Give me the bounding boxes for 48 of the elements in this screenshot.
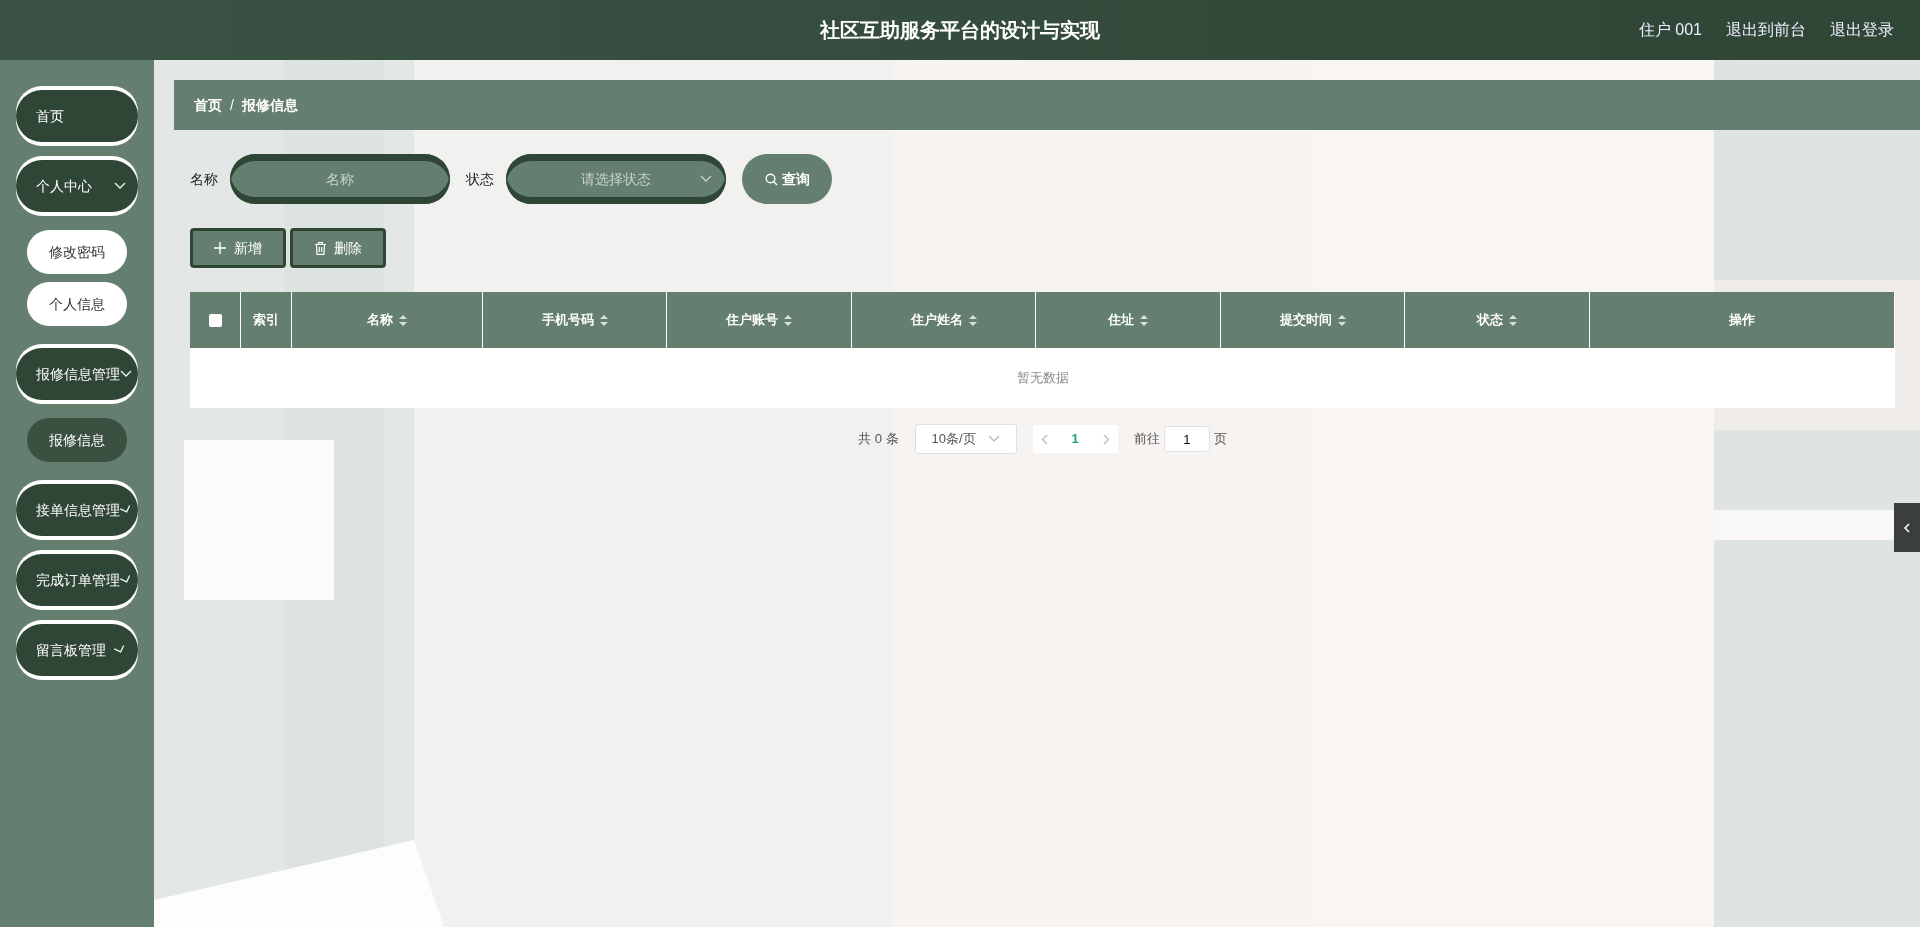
search-field[interactable]: 名称 xyxy=(230,154,450,204)
chevron-left-icon xyxy=(1903,522,1911,533)
column-header: 索引 xyxy=(241,292,292,348)
breadcrumb-separator: / xyxy=(230,95,234,115)
sidebar-submenu-item[interactable]: 修改密码 xyxy=(27,230,127,274)
column-header: 操作 xyxy=(1590,292,1895,348)
column-header[interactable]: 名称 xyxy=(292,292,483,348)
breadcrumb-item: 报修信息 xyxy=(241,95,298,115)
sort-icon xyxy=(784,314,792,326)
chevron-down-icon xyxy=(700,175,712,183)
next-page-icon[interactable] xyxy=(1102,433,1110,445)
sidebar-submenu-item[interactable]: 报修信息 xyxy=(27,418,127,462)
delete-button[interactable]: 删除 xyxy=(290,228,386,268)
page-size-select[interactable]: 10条/页 xyxy=(914,424,1017,454)
plus-icon xyxy=(214,242,226,254)
sort-icon xyxy=(599,314,608,326)
sort-icon xyxy=(1140,314,1148,326)
sort-icon xyxy=(1337,314,1346,326)
sort-icon xyxy=(399,314,407,326)
sidebar-submenu-item[interactable]: 个人信息 xyxy=(27,282,127,326)
column-header[interactable]: 住址 xyxy=(1036,292,1221,348)
page-suffix: 页 xyxy=(1213,430,1227,449)
column-header[interactable]: 状态 xyxy=(1405,292,1590,348)
add-button[interactable]: 新增 xyxy=(190,228,286,268)
site-title: 社区互助服务平台的设计与实现 xyxy=(820,18,1100,43)
header-link[interactable]: 退出登录 xyxy=(1830,18,1894,42)
search-button[interactable]: 查询 xyxy=(742,154,832,204)
column-header[interactable]: 提交时间 xyxy=(1221,292,1405,348)
sort-icon xyxy=(1509,314,1517,326)
total-count: 共 0 条 xyxy=(858,430,899,449)
sort-icon xyxy=(968,314,977,326)
column-header[interactable]: 手机号码 xyxy=(483,292,667,348)
column-header[interactable]: 住户账号 xyxy=(667,292,852,348)
chevron-down-icon xyxy=(987,435,1000,443)
header-link[interactable]: 住户 001 xyxy=(1638,18,1702,42)
collapse-handle[interactable] xyxy=(1894,503,1920,552)
trash-icon xyxy=(314,241,326,255)
empty-message: 暂无数据 xyxy=(1016,369,1069,388)
field-label: 名称 xyxy=(190,169,218,189)
search-icon xyxy=(764,172,778,186)
column-header[interactable]: 住户姓名 xyxy=(852,292,1036,348)
page-input[interactable]: 1 xyxy=(1163,426,1210,452)
previous-page-icon[interactable] xyxy=(1040,433,1048,445)
field-label: 状态 xyxy=(466,169,494,189)
select-all-checkbox[interactable] xyxy=(208,313,222,327)
breadcrumb-item[interactable]: 首页 xyxy=(194,94,222,116)
header-link[interactable]: 退出到前台 xyxy=(1726,18,1806,42)
goto-label: 前往 xyxy=(1133,430,1160,449)
